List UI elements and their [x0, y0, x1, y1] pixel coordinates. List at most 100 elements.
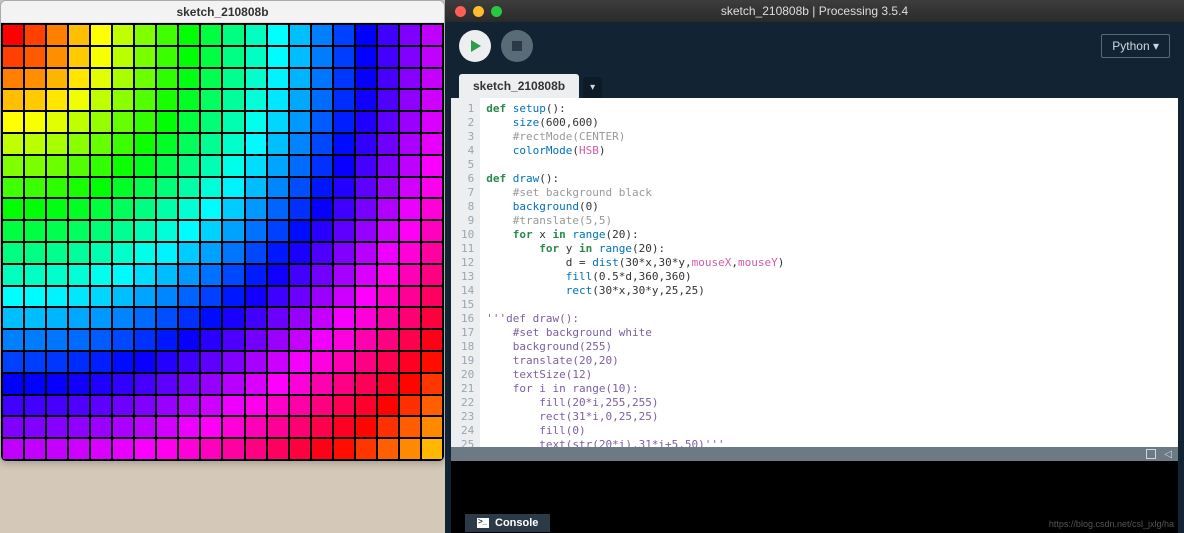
- canvas-cell: [113, 396, 133, 416]
- mode-selector[interactable]: Python ▾: [1101, 34, 1170, 58]
- canvas-cell: [91, 330, 111, 350]
- ide-window-title: sketch_210808b | Processing 3.5.4: [445, 4, 1184, 18]
- canvas-cell: [135, 178, 155, 198]
- canvas-cell: [290, 156, 310, 176]
- sketch-canvas[interactable]: [1, 23, 444, 461]
- canvas-cell: [25, 417, 45, 437]
- canvas-cell: [47, 25, 67, 45]
- console-output[interactable]: [451, 461, 1178, 513]
- canvas-cell: [201, 69, 221, 89]
- canvas-cell: [3, 90, 23, 110]
- canvas-cell: [223, 112, 243, 132]
- canvas-cell: [179, 90, 199, 110]
- canvas-cell: [334, 243, 354, 263]
- code-editor[interactable]: 1234567891011121314151617181920212223242…: [451, 98, 1178, 447]
- canvas-cell: [69, 287, 89, 307]
- canvas-cell: [25, 308, 45, 328]
- canvas-cell: [268, 25, 288, 45]
- canvas-cell: [113, 287, 133, 307]
- canvas-cell: [268, 156, 288, 176]
- minimize-window-button[interactable]: [473, 6, 484, 17]
- canvas-cell: [135, 134, 155, 154]
- canvas-cell: [223, 199, 243, 219]
- canvas-cell: [400, 178, 420, 198]
- canvas-cell: [246, 221, 266, 241]
- canvas-cell: [312, 178, 332, 198]
- canvas-cell: [201, 47, 221, 67]
- canvas-cell: [25, 112, 45, 132]
- canvas-cell: [334, 265, 354, 285]
- canvas-cell: [25, 47, 45, 67]
- canvas-cell: [400, 112, 420, 132]
- canvas-cell: [179, 25, 199, 45]
- canvas-cell: [312, 25, 332, 45]
- canvas-cell: [268, 287, 288, 307]
- canvas-cell: [157, 330, 177, 350]
- canvas-cell: [91, 25, 111, 45]
- canvas-cell: [69, 47, 89, 67]
- tab-dropdown[interactable]: ▾: [583, 77, 602, 98]
- canvas-cell: [422, 134, 442, 154]
- code-area[interactable]: def setup(): size(600,600) #rectMode(CEN…: [480, 98, 1178, 447]
- canvas-cell: [47, 265, 67, 285]
- canvas-cell: [290, 221, 310, 241]
- canvas-cell: [290, 287, 310, 307]
- canvas-cell: [157, 221, 177, 241]
- canvas-cell: [25, 287, 45, 307]
- stop-button[interactable]: [501, 30, 533, 62]
- status-icon[interactable]: [1146, 449, 1156, 459]
- canvas-cell: [113, 47, 133, 67]
- zoom-window-button[interactable]: [491, 6, 502, 17]
- canvas-cell: [334, 69, 354, 89]
- canvas-cell: [378, 112, 398, 132]
- close-window-button[interactable]: [455, 6, 466, 17]
- canvas-cell: [69, 25, 89, 45]
- canvas-cell: [179, 374, 199, 394]
- canvas-cell: [69, 178, 89, 198]
- canvas-cell: [113, 178, 133, 198]
- canvas-cell: [246, 134, 266, 154]
- canvas-cell: [157, 178, 177, 198]
- canvas-cell: [400, 134, 420, 154]
- ide-titlebar[interactable]: sketch_210808b | Processing 3.5.4: [445, 0, 1184, 22]
- canvas-cell: [268, 199, 288, 219]
- canvas-cell: [201, 25, 221, 45]
- sketch-window-titlebar[interactable]: sketch_210808b: [1, 1, 444, 23]
- canvas-cell: [91, 47, 111, 67]
- run-button[interactable]: [459, 30, 491, 62]
- canvas-cell: [179, 69, 199, 89]
- canvas-cell: [25, 330, 45, 350]
- canvas-cell: [223, 178, 243, 198]
- canvas-cell: [157, 243, 177, 263]
- canvas-cell: [179, 287, 199, 307]
- canvas-cell: [3, 243, 23, 263]
- canvas-cell: [157, 396, 177, 416]
- canvas-cell: [135, 330, 155, 350]
- canvas-cell: [356, 156, 376, 176]
- sketch-output-window: sketch_210808b: [0, 0, 445, 462]
- canvas-cell: [3, 156, 23, 176]
- canvas-cell: [246, 243, 266, 263]
- canvas-cell: [179, 134, 199, 154]
- canvas-cell: [246, 25, 266, 45]
- canvas-cell: [356, 417, 376, 437]
- canvas-cell: [422, 47, 442, 67]
- canvas-cell: [201, 243, 221, 263]
- console-tab[interactable]: Console: [465, 514, 550, 532]
- canvas-cell: [268, 439, 288, 459]
- sketch-tab[interactable]: sketch_210808b: [459, 74, 579, 98]
- canvas-cell: [290, 439, 310, 459]
- canvas-cell: [334, 396, 354, 416]
- canvas-cell: [3, 352, 23, 372]
- canvas-cell: [135, 199, 155, 219]
- canvas-cell: [400, 352, 420, 372]
- canvas-cell: [334, 221, 354, 241]
- canvas-cell: [422, 374, 442, 394]
- canvas-cell: [157, 69, 177, 89]
- canvas-cell: [334, 287, 354, 307]
- canvas-cell: [223, 90, 243, 110]
- canvas-cell: [312, 439, 332, 459]
- canvas-cell: [69, 417, 89, 437]
- status-arrow-icon[interactable]: ◁: [1164, 449, 1172, 460]
- canvas-cell: [69, 156, 89, 176]
